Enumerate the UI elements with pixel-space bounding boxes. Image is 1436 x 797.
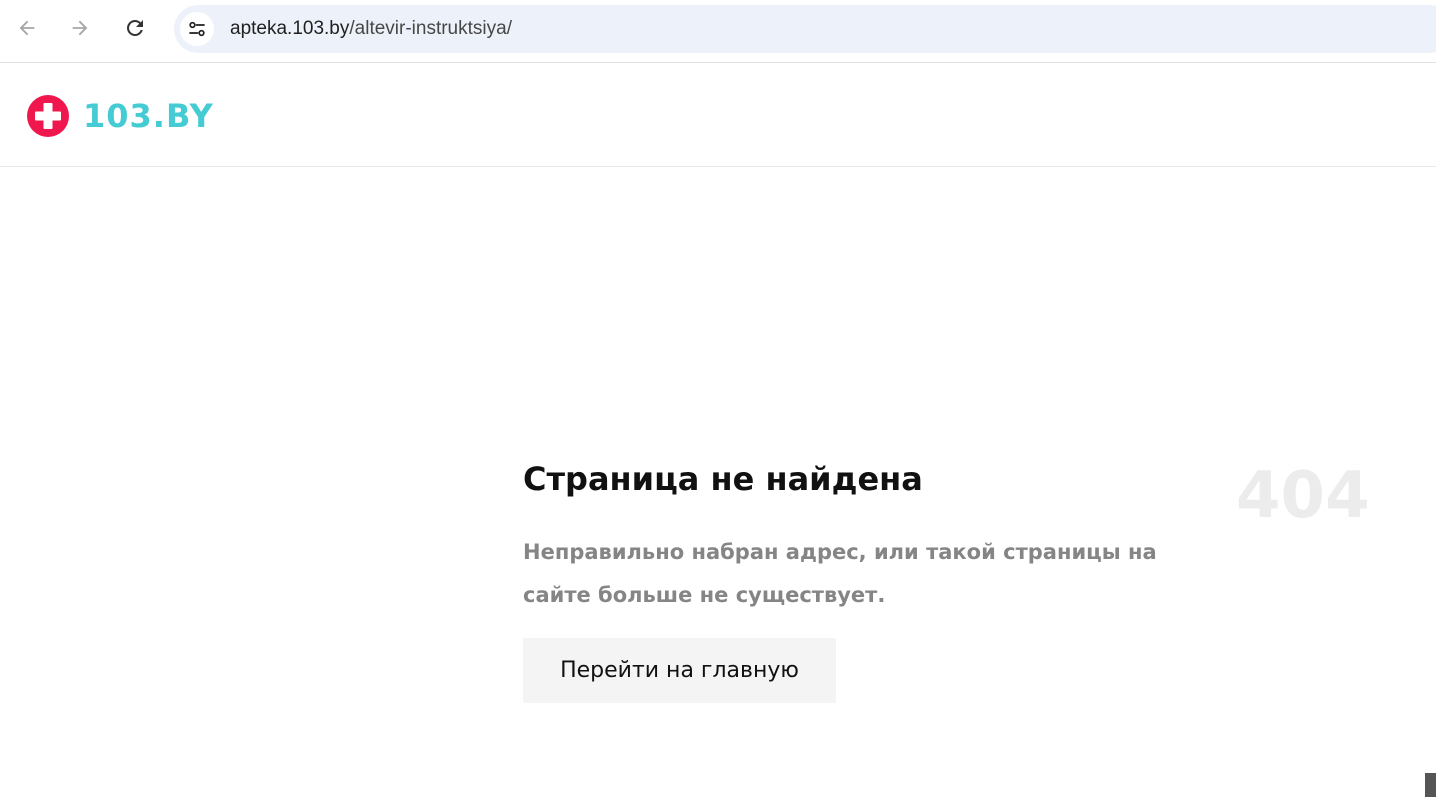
error-code: 404	[1236, 459, 1370, 533]
forward-button[interactable]	[62, 10, 98, 46]
url-domain: apteka.103.by	[230, 18, 350, 39]
browser-toolbar: apteka.103.by/altevir-instruktsiya/	[0, 0, 1436, 63]
scrollbar-thumb[interactable]	[1425, 773, 1436, 797]
site-info-button[interactable]	[180, 12, 214, 46]
address-bar[interactable]: apteka.103.by/altevir-instruktsiya/	[174, 5, 1436, 53]
site-logo[interactable]: 103.BY	[27, 95, 214, 137]
back-button[interactable]	[9, 10, 45, 46]
reload-icon	[127, 20, 143, 36]
error-description: Неправильно набран адрес, или такой стра…	[523, 540, 1157, 607]
arrow-left-icon	[19, 20, 35, 36]
page-title: Страница не найдена	[523, 460, 923, 498]
logo-text: 103.BY	[83, 97, 214, 135]
url-text[interactable]: apteka.103.by/altevir-instruktsiya/	[230, 18, 512, 40]
site-header: 103.BY	[0, 64, 1436, 167]
arrow-right-icon	[72, 20, 88, 36]
medical-cross-icon	[27, 95, 69, 137]
go-home-button[interactable]: Перейти на главную	[523, 638, 836, 703]
reload-button[interactable]	[117, 10, 153, 46]
tune-icon	[189, 21, 205, 37]
url-path: /altevir-instruktsiya/	[349, 18, 512, 39]
